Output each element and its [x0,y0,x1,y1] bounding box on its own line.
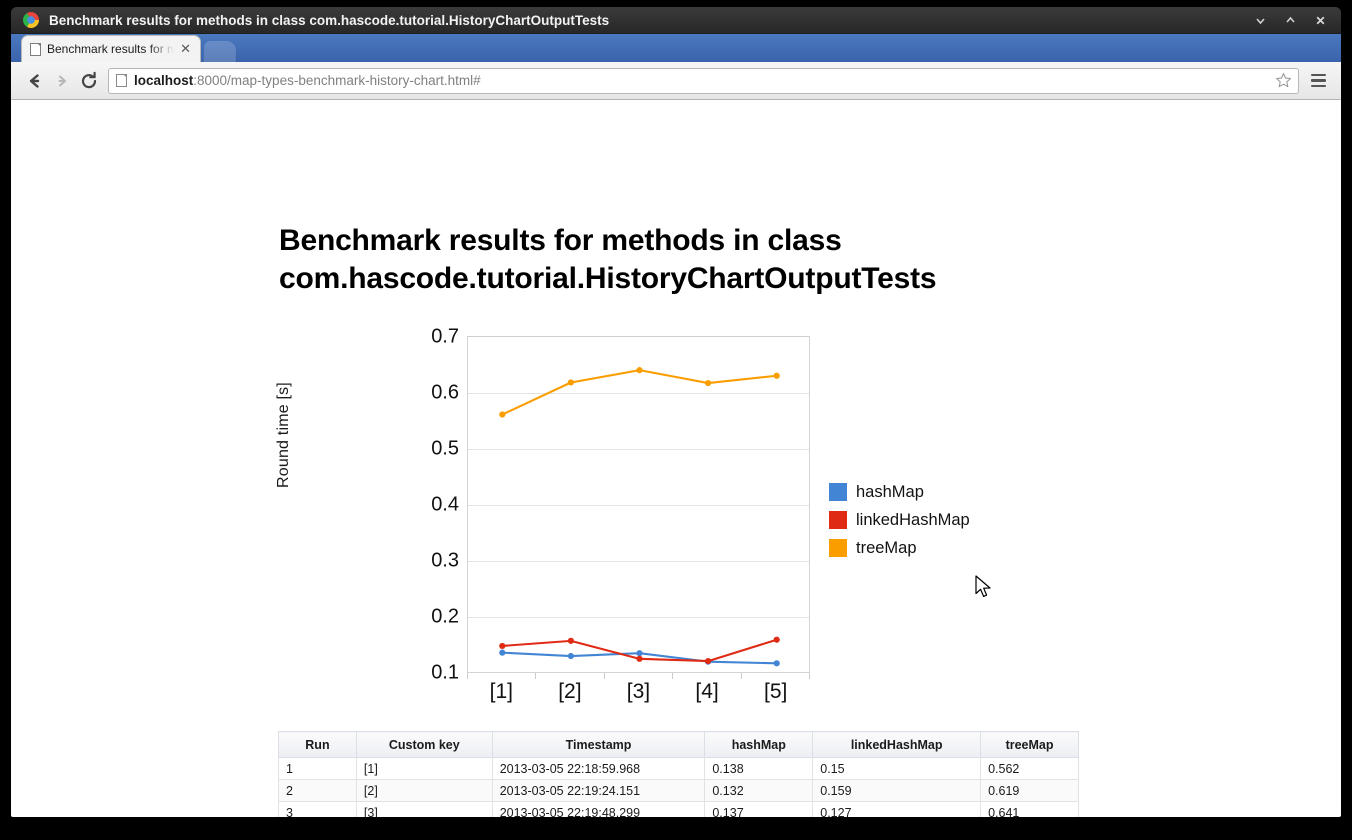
x-tick-label: [3] [626,680,651,703]
chart-plot-area [467,336,810,673]
column-header-custom-key: Custom key [355,731,493,758]
x-tick-label: [5] [763,680,788,703]
table-cell: [1] [355,757,493,780]
y-tick-label: 0.6 [431,381,459,404]
table-cell: 2013-03-05 22:19:48.299 [491,801,706,817]
legend-item-hashmap: hashMap [829,478,970,506]
y-tick-label: 0.7 [431,325,459,348]
browser-toolbar: localhost:8000/map-types-benchmark-histo… [11,62,1341,100]
legend-label: treeMap [856,538,917,557]
chart-x-axis-labels: [1] [2] [3] [4] [5] [467,680,810,704]
reload-icon[interactable] [75,67,102,94]
legend-swatch [829,483,847,501]
legend-item-linkedhashmap: linkedHashMap [829,506,970,534]
back-arrow-icon[interactable] [21,67,48,94]
table-cell: 0.127 [812,801,982,817]
column-header-run: Run [278,731,357,758]
table-row: 2 [2] 2013-03-05 22:19:24.151 0.132 0.159 0.6… [278,779,1079,802]
address-bar[interactable]: localhost:8000/map-types-benchmark-histo… [108,67,1299,94]
table-body: 1 [1] 2013-03-05 22:18:59.968 0.138 0.15 0.56… [278,757,1079,817]
table-cell: [3] [355,801,493,817]
table-cell: 0.641 [980,801,1079,817]
window-titlebar: Benchmark results for methods in class c… [11,7,1341,34]
y-tick-label: 0.2 [431,605,459,628]
window-controls [1245,7,1335,34]
column-header-treemap: treeMap [980,731,1079,758]
table-cell: 2013-03-05 22:19:24.151 [491,779,706,802]
page-icon [116,74,127,87]
table-cell: 1 [278,757,357,780]
new-tab-button[interactable] [203,41,237,62]
page-icon [30,42,41,56]
column-header-timestamp: Timestamp [491,731,706,758]
chart-series-canvas [499,367,780,667]
y-tick-label: 0.5 [431,437,459,460]
table-cell: 0.159 [812,779,982,802]
table-cell: 0.619 [980,779,1079,802]
browser-tab[interactable]: Benchmark results for m ✕ [21,35,201,62]
table-cell: 0.132 [704,779,814,802]
column-header-linkedhashmap: linkedHashMap [812,731,982,758]
y-tick-label: 0.1 [431,661,459,684]
window-title: Benchmark results for methods in class c… [49,12,610,28]
table-cell: 2013-03-05 22:18:59.968 [491,757,706,780]
x-tick-label: [1] [489,680,513,703]
maximize-button[interactable] [1275,10,1305,32]
table-header-row: Run Custom key Timestamp hashMap linkedH… [278,731,1079,758]
tab-strip: Benchmark results for m ✕ [11,34,1341,62]
table-cell: 0.137 [704,801,814,817]
y-tick-label: 0.4 [431,493,459,516]
tab-title: Benchmark results for m [47,42,178,56]
chrome-logo-icon [23,12,39,28]
table-row: 3 [3] 2013-03-05 22:19:48.299 0.137 0.127 0.6… [278,801,1079,817]
benchmark-line-chart: Round time [s] 0.7 0.6 0.5 0.4 0.3 0.2 0… [275,325,1039,718]
y-tick-label: 0.3 [431,549,459,572]
chart-legend: hashMap linkedHashMap treeMap [829,478,970,562]
chart-x-axis-ticks [467,673,810,680]
minimize-button[interactable] [1245,10,1275,32]
x-tick-label: [2] [558,680,582,703]
browser-window: Benchmark results for methods in class c… [11,7,1341,817]
star-icon[interactable] [1274,72,1292,90]
table-cell: 0.562 [980,757,1079,780]
legend-swatch [829,511,847,529]
url-path: :8000/map-types-benchmark-history-chart.… [193,73,481,88]
forward-arrow-icon[interactable] [48,67,75,94]
chart-y-axis-ticks: 0.7 0.6 0.5 0.4 0.3 0.2 0.1 [409,325,459,684]
page-viewport: Benchmark results for methods in class c… [11,100,1341,817]
benchmark-results-table: Run Custom key Timestamp hashMap linkedH… [278,731,1079,817]
legend-label: hashMap [856,482,924,501]
table-row: 1 [1] 2013-03-05 22:18:59.968 0.138 0.15 0.56… [278,757,1079,780]
legend-label: linkedHashMap [856,510,970,529]
table-cell: 3 [278,801,357,817]
table-cell: 0.138 [704,757,814,780]
table-cell: [2] [355,779,493,802]
legend-swatch [829,539,847,557]
url-text: localhost:8000/map-types-benchmark-histo… [134,73,1274,88]
table-cell: 2 [278,779,357,802]
chart-y-axis-label: Round time [s] [275,382,292,488]
x-tick-label: [4] [695,680,719,703]
url-host: localhost [134,73,194,88]
page-title: Benchmark results for methods in class c… [279,224,937,296]
legend-item-treemap: treeMap [829,534,970,562]
hamburger-menu-icon[interactable] [1305,68,1331,94]
tab-close-icon[interactable]: ✕ [177,43,194,56]
column-header-hashmap: hashMap [704,731,814,758]
table-cell: 0.15 [812,757,982,780]
close-button[interactable] [1305,10,1335,32]
